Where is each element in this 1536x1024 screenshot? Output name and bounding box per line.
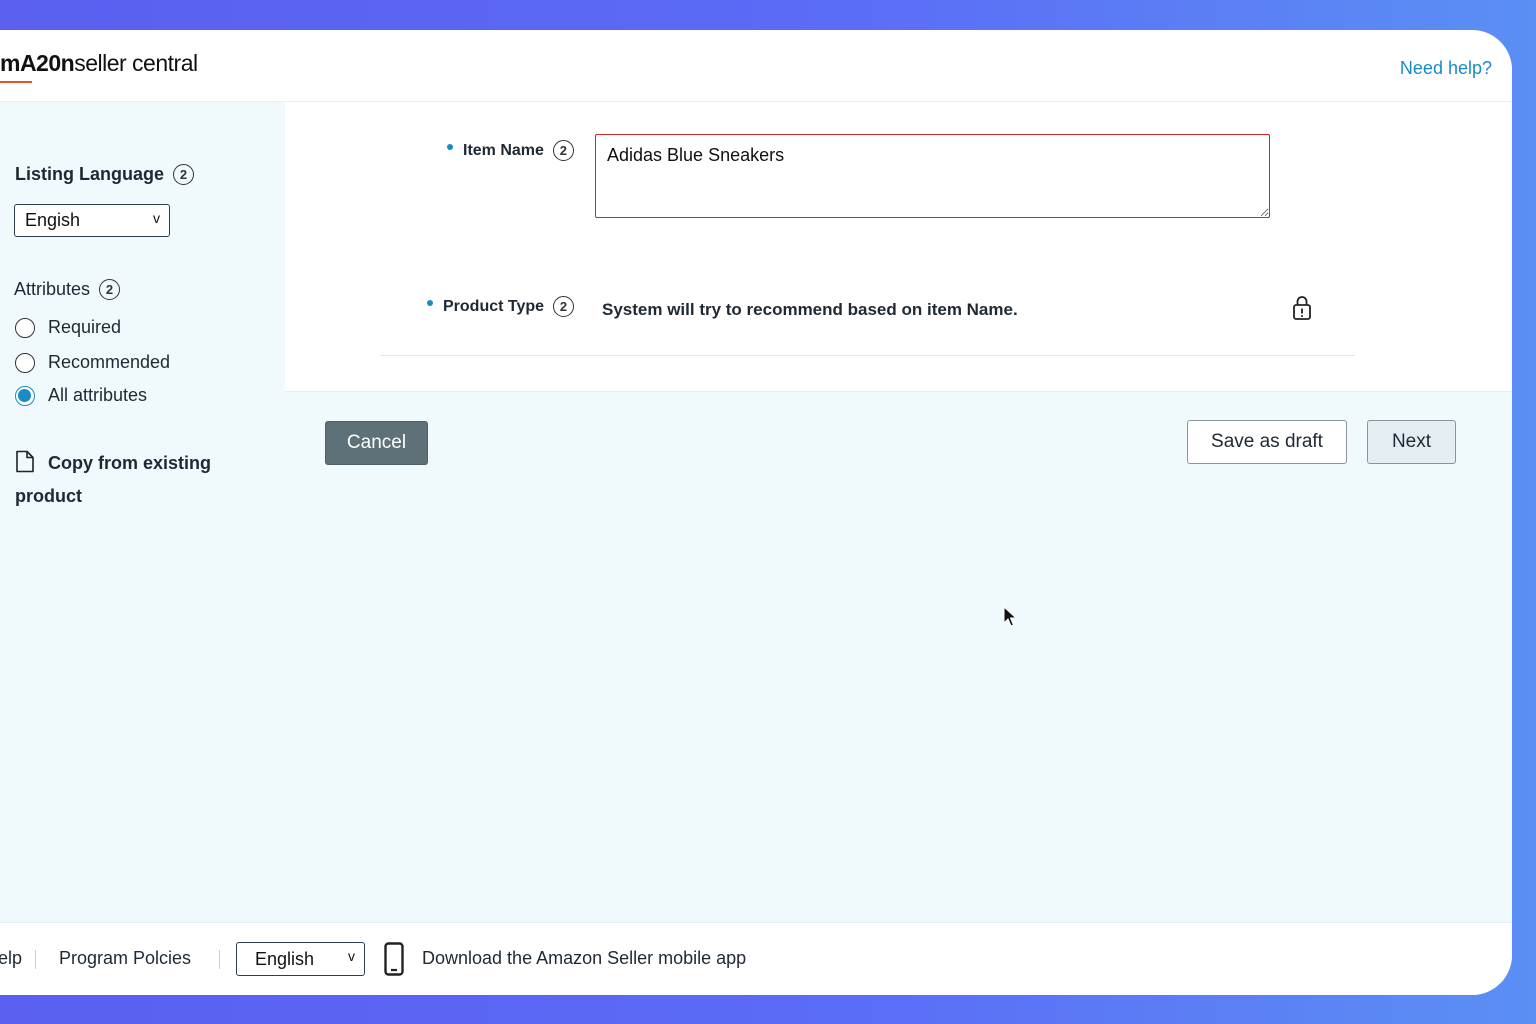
copy-from-existing-product[interactable]: Copy from existing product: [15, 447, 255, 513]
attributes-text: Attributes: [14, 279, 91, 299]
next-button[interactable]: Next: [1367, 420, 1456, 464]
radio-recommended[interactable]: Recommended: [15, 352, 170, 373]
help-icon[interactable]: 2: [173, 164, 195, 185]
footer: elp Program Polcies English v Download t…: [0, 922, 1512, 995]
seller-central-logo[interactable]: mA20nseller central: [0, 50, 198, 86]
mouse-pointer-icon: [1003, 606, 1018, 627]
listing-form-panel: Item Name 2 Adidas Blue Sneakers Product…: [285, 102, 1512, 392]
program-policies-link[interactable]: Program Polcies: [59, 948, 191, 969]
copy-from-existing-text: Copy from existing product: [15, 453, 212, 506]
listing-language-label: Listing Language 2: [15, 164, 195, 185]
listing-language-value: Engish: [25, 210, 81, 230]
radio-label-required: Required: [48, 317, 122, 337]
form-divider: [380, 355, 1355, 356]
footer-separator: [219, 950, 220, 969]
product-type-hint: System will try to recommend based on it…: [602, 300, 1018, 319]
sidebar: Listing Language 2 Engish v Attributes 2…: [0, 102, 284, 922]
radio-button[interactable]: [15, 352, 35, 373]
need-help-link[interactable]: Need help?: [1400, 58, 1492, 79]
footer-language-value: English: [255, 948, 315, 969]
radio-label-recommended: Recommended: [48, 352, 171, 372]
radio-all-attributes[interactable]: All attributes: [15, 385, 147, 406]
download-app-link[interactable]: Download the Amazon Seller mobile app: [422, 948, 746, 969]
mobile-phone-icon: [384, 942, 404, 976]
document-icon: [16, 450, 34, 473]
lock-icon[interactable]: [1292, 295, 1312, 321]
item-name-label: Item Name 2: [447, 140, 574, 161]
chevron-down-icon: v: [348, 948, 355, 964]
chevron-down-icon: v: [153, 210, 160, 226]
help-icon[interactable]: 2: [99, 279, 121, 300]
attributes-label: Attributes 2: [14, 279, 121, 300]
listing-language-text: Listing Language: [15, 164, 165, 184]
app-window: mA20nseller central Need help? Listing L…: [0, 30, 1512, 995]
radio-button-checked[interactable]: [15, 385, 35, 406]
help-icon[interactable]: 2: [552, 140, 574, 161]
product-type-label: Product Type 2: [427, 296, 575, 317]
logo-brand-text: mA20n: [0, 50, 75, 76]
item-name-input[interactable]: Adidas Blue Sneakers: [595, 134, 1270, 218]
footer-separator: [35, 950, 36, 969]
item-name-label-text: Item Name: [463, 141, 544, 159]
footer-help-link[interactable]: elp: [0, 948, 22, 969]
required-dot-icon: [427, 299, 433, 306]
top-header: mA20nseller central Need help?: [0, 30, 1512, 102]
footer-language-select[interactable]: English v: [236, 942, 365, 976]
radio-label-all-attributes: All attributes: [48, 385, 148, 405]
save-as-draft-button[interactable]: Save as draft: [1187, 420, 1347, 464]
logo-smile-icon: [0, 81, 32, 83]
radio-button[interactable]: [15, 317, 35, 338]
radio-required[interactable]: Required: [15, 317, 121, 338]
listing-language-select[interactable]: Engish v: [14, 204, 170, 237]
help-icon[interactable]: 2: [553, 296, 575, 317]
required-dot-icon: [447, 143, 453, 150]
logo-rest-text: seller central: [74, 50, 198, 76]
product-type-label-text: Product Type: [443, 297, 545, 315]
cancel-button[interactable]: Cancel: [325, 421, 428, 465]
